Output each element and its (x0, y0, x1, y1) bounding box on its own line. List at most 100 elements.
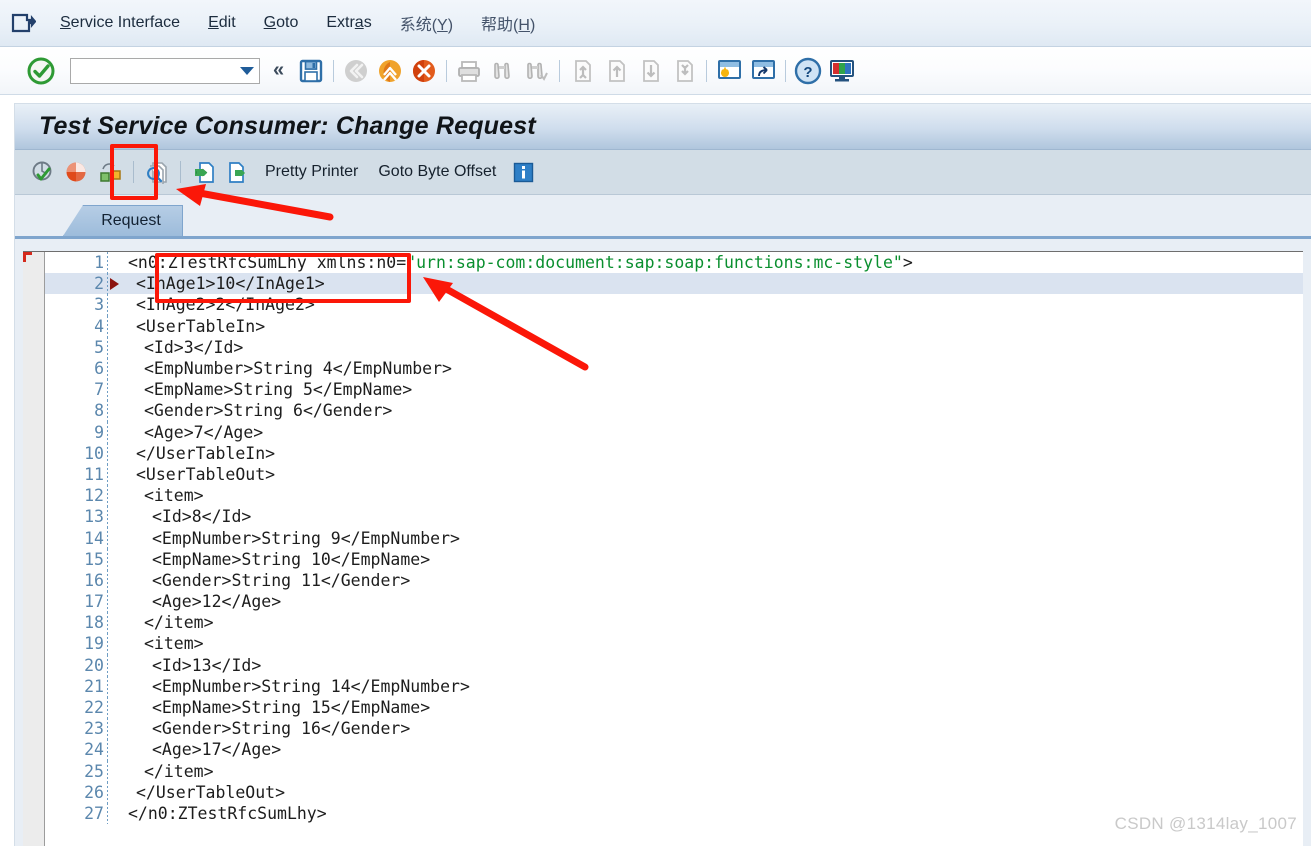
tab-strip: Request (15, 195, 1311, 239)
find-button[interactable] (486, 54, 520, 88)
save-button[interactable] (294, 54, 328, 88)
line-number: 19 (84, 634, 104, 654)
code-line[interactable]: 5 <Id>3</Id> (45, 336, 1303, 358)
line-number: 4 (94, 316, 104, 336)
code-line[interactable]: 17 <Age>12</Age> (45, 591, 1303, 613)
code-line[interactable]: 22 <EmpName>String 15</EmpName> (45, 696, 1303, 719)
line-number: 21 (84, 676, 104, 696)
code-line-text: <Age>17</Age> (152, 740, 282, 760)
menu-item-edit[interactable]: Edit (194, 12, 250, 34)
double-chevron-left-icon: « (272, 59, 284, 81)
gutter-separator (107, 633, 108, 655)
code-line-text: <EmpName>String 10</EmpName> (152, 549, 431, 569)
sap-system-menu-icon[interactable] (8, 10, 38, 36)
code-line[interactable]: 12 <item> (45, 485, 1303, 507)
code-line-text: <item> (144, 486, 204, 506)
collapse-toolbar-button[interactable]: « (260, 54, 294, 88)
code-line[interactable]: 14 <EmpNumber>String 9</EmpNumber> (45, 527, 1303, 549)
code-line[interactable]: 10 </UserTableIn> (45, 442, 1303, 464)
gutter-separator (107, 802, 108, 825)
code-line[interactable]: 18 </item> (45, 612, 1303, 634)
line-number: 22 (84, 698, 104, 718)
editor-left-gutter (23, 252, 45, 846)
code-line-text: </item> (144, 761, 214, 781)
code-line[interactable]: 26 </UserTableOut> (45, 781, 1303, 803)
print-button[interactable] (452, 54, 486, 88)
code-line[interactable]: 23 <Gender>String 16</Gender> (45, 718, 1303, 740)
code-line-text: </n0:ZTestRfcSumLhy> (128, 803, 327, 823)
last-page-button[interactable] (667, 54, 701, 88)
code-lines-container[interactable]: 1 <n0:ZTestRfcSumLhy xmlns:n0="urn:sap-co… (45, 252, 1303, 846)
code-line-text: <EmpName>String 5</EmpName> (144, 380, 413, 400)
green-check-enter-icon[interactable] (26, 56, 56, 86)
gutter-separator (107, 485, 108, 507)
import-green-arrow-icon[interactable] (187, 156, 221, 188)
code-line[interactable]: 6 <EmpNumber>String 4</EmpNumber> (45, 357, 1303, 380)
first-page-button[interactable] (565, 54, 599, 88)
code-line[interactable]: 19 <item> (45, 633, 1303, 655)
line-number: 14 (84, 528, 104, 548)
code-line[interactable]: 13 <Id>8</Id> (45, 506, 1303, 528)
help-button[interactable]: ? (791, 54, 825, 88)
code-line[interactable]: 7 <EmpName>String 5</EmpName> (45, 379, 1303, 401)
line-number: 20 (84, 655, 104, 675)
customize-layout-button[interactable] (825, 54, 859, 88)
exit-button[interactable] (373, 54, 407, 88)
chevron-down-icon[interactable] (240, 66, 254, 75)
code-line[interactable]: 25 </item> (45, 760, 1303, 782)
code-line[interactable]: 15 <EmpName>String 10</EmpName> (45, 548, 1303, 570)
toolbar-divider (559, 59, 560, 82)
goto-byte-offset-button[interactable]: Goto Byte Offset (368, 163, 506, 181)
line-number: 13 (84, 507, 104, 527)
line-number: 7 (94, 380, 104, 400)
code-line-text: </UserTableOut> (136, 782, 286, 802)
code-line[interactable]: 11 <UserTableOut> (45, 463, 1303, 486)
information-blue-i-icon[interactable] (506, 156, 540, 188)
gutter-separator (107, 379, 108, 401)
code-line[interactable]: 21 <EmpNumber>String 14</EmpNumber> (45, 675, 1303, 697)
gutter-separator (107, 400, 108, 422)
command-field[interactable] (70, 57, 260, 84)
next-page-button[interactable] (633, 54, 667, 88)
gutter-separator (107, 781, 108, 803)
activate-red-ball-icon[interactable] (59, 156, 93, 188)
code-line[interactable]: 16 <Gender>String 11</Gender> (45, 569, 1303, 591)
xml-source-editor[interactable]: 1 <n0:ZTestRfcSumLhy xmlns:n0="urn:sap-co… (23, 251, 1303, 846)
menu-item-goto[interactable]: Goto (250, 12, 313, 34)
check-syntax-icon[interactable] (25, 156, 59, 188)
cancel-button[interactable] (407, 54, 441, 88)
toolbar-divider (785, 59, 786, 82)
code-line[interactable]: 4 <UserTableIn> (45, 315, 1303, 337)
gutter-separator (107, 336, 108, 358)
gutter-separator (107, 569, 108, 591)
toolbar-divider (180, 161, 181, 183)
tab-request[interactable]: Request (63, 205, 183, 236)
line-number: 9 (94, 422, 104, 442)
editor-corner-marker (23, 252, 32, 262)
pretty-printer-button[interactable]: Pretty Printer (255, 163, 368, 181)
menu-item-system[interactable]: 系统(Y) (386, 9, 467, 37)
code-line-text: <Gender>String 16</Gender> (152, 719, 411, 739)
tab-request-label: Request (101, 212, 161, 229)
back-button[interactable] (339, 54, 373, 88)
code-line-text: <Id>8</Id> (152, 507, 252, 527)
find-next-button[interactable] (520, 54, 554, 88)
standard-toolbar: « ? (0, 47, 1311, 95)
gutter-separator (107, 718, 108, 740)
code-line-text: <Age>7</Age> (144, 422, 264, 442)
export-green-arrow-icon[interactable] (221, 156, 255, 188)
create-shortcut-button[interactable] (746, 54, 780, 88)
code-line[interactable]: 8 <Gender>String 6</Gender> (45, 400, 1303, 422)
create-session-button[interactable] (712, 54, 746, 88)
code-line[interactable]: 24 <Age>17</Age> (45, 739, 1303, 761)
code-line[interactable]: 9 <Age>7</Age> (45, 421, 1303, 443)
menu-item-help[interactable]: 帮助(H) (467, 9, 549, 37)
code-line-text: <UserTableIn> (136, 316, 266, 336)
previous-page-button[interactable] (599, 54, 633, 88)
menu-item-service-interface[interactable]: Service Interface (46, 12, 194, 34)
line-number: 27 (84, 803, 104, 823)
menu-item-extras[interactable]: Extras (312, 12, 385, 34)
gutter-separator (107, 357, 108, 380)
gutter-separator (107, 591, 108, 613)
code-line[interactable]: 20 <Id>13</Id> (45, 654, 1303, 676)
